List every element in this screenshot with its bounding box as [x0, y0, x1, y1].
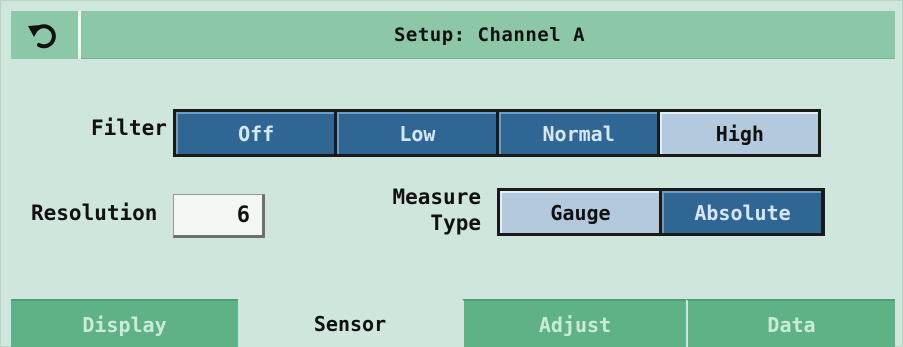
setup-screen: Setup: Channel A Filter Off Low Normal H… — [0, 0, 903, 347]
tab-sensor[interactable]: Sensor — [238, 299, 462, 347]
filter-option-off[interactable]: Off — [176, 112, 335, 154]
undo-arrow-icon — [27, 24, 56, 49]
tab-adjust[interactable]: Adjust — [462, 299, 686, 347]
filter-label: Filter — [91, 116, 167, 140]
resolution-label: Resolution — [31, 201, 158, 225]
tab-display[interactable]: Display — [11, 299, 238, 347]
measure-type-selector: Gauge Absolute — [497, 188, 825, 236]
filter-option-high[interactable]: High — [659, 112, 818, 154]
resolution-field[interactable]: 6 — [173, 194, 265, 238]
measure-type-label-line2: Type — [430, 211, 481, 235]
back-button[interactable] — [11, 11, 81, 59]
measure-type-label-line1: Measure — [392, 185, 481, 209]
filter-selector: Off Low Normal High — [173, 109, 821, 157]
filter-option-low[interactable]: Low — [337, 112, 496, 154]
tab-bar: Display Sensor Adjust Data — [11, 299, 895, 347]
filter-option-normal[interactable]: Normal — [498, 112, 657, 154]
measure-type-option-absolute[interactable]: Absolute — [662, 191, 821, 233]
header-bar: Setup: Channel A — [11, 11, 895, 59]
page-title: Setup: Channel A — [393, 24, 586, 46]
tab-data[interactable]: Data — [686, 299, 895, 347]
measure-type-label: Measure Type — [381, 184, 481, 236]
measure-type-option-gauge[interactable]: Gauge — [500, 191, 659, 233]
